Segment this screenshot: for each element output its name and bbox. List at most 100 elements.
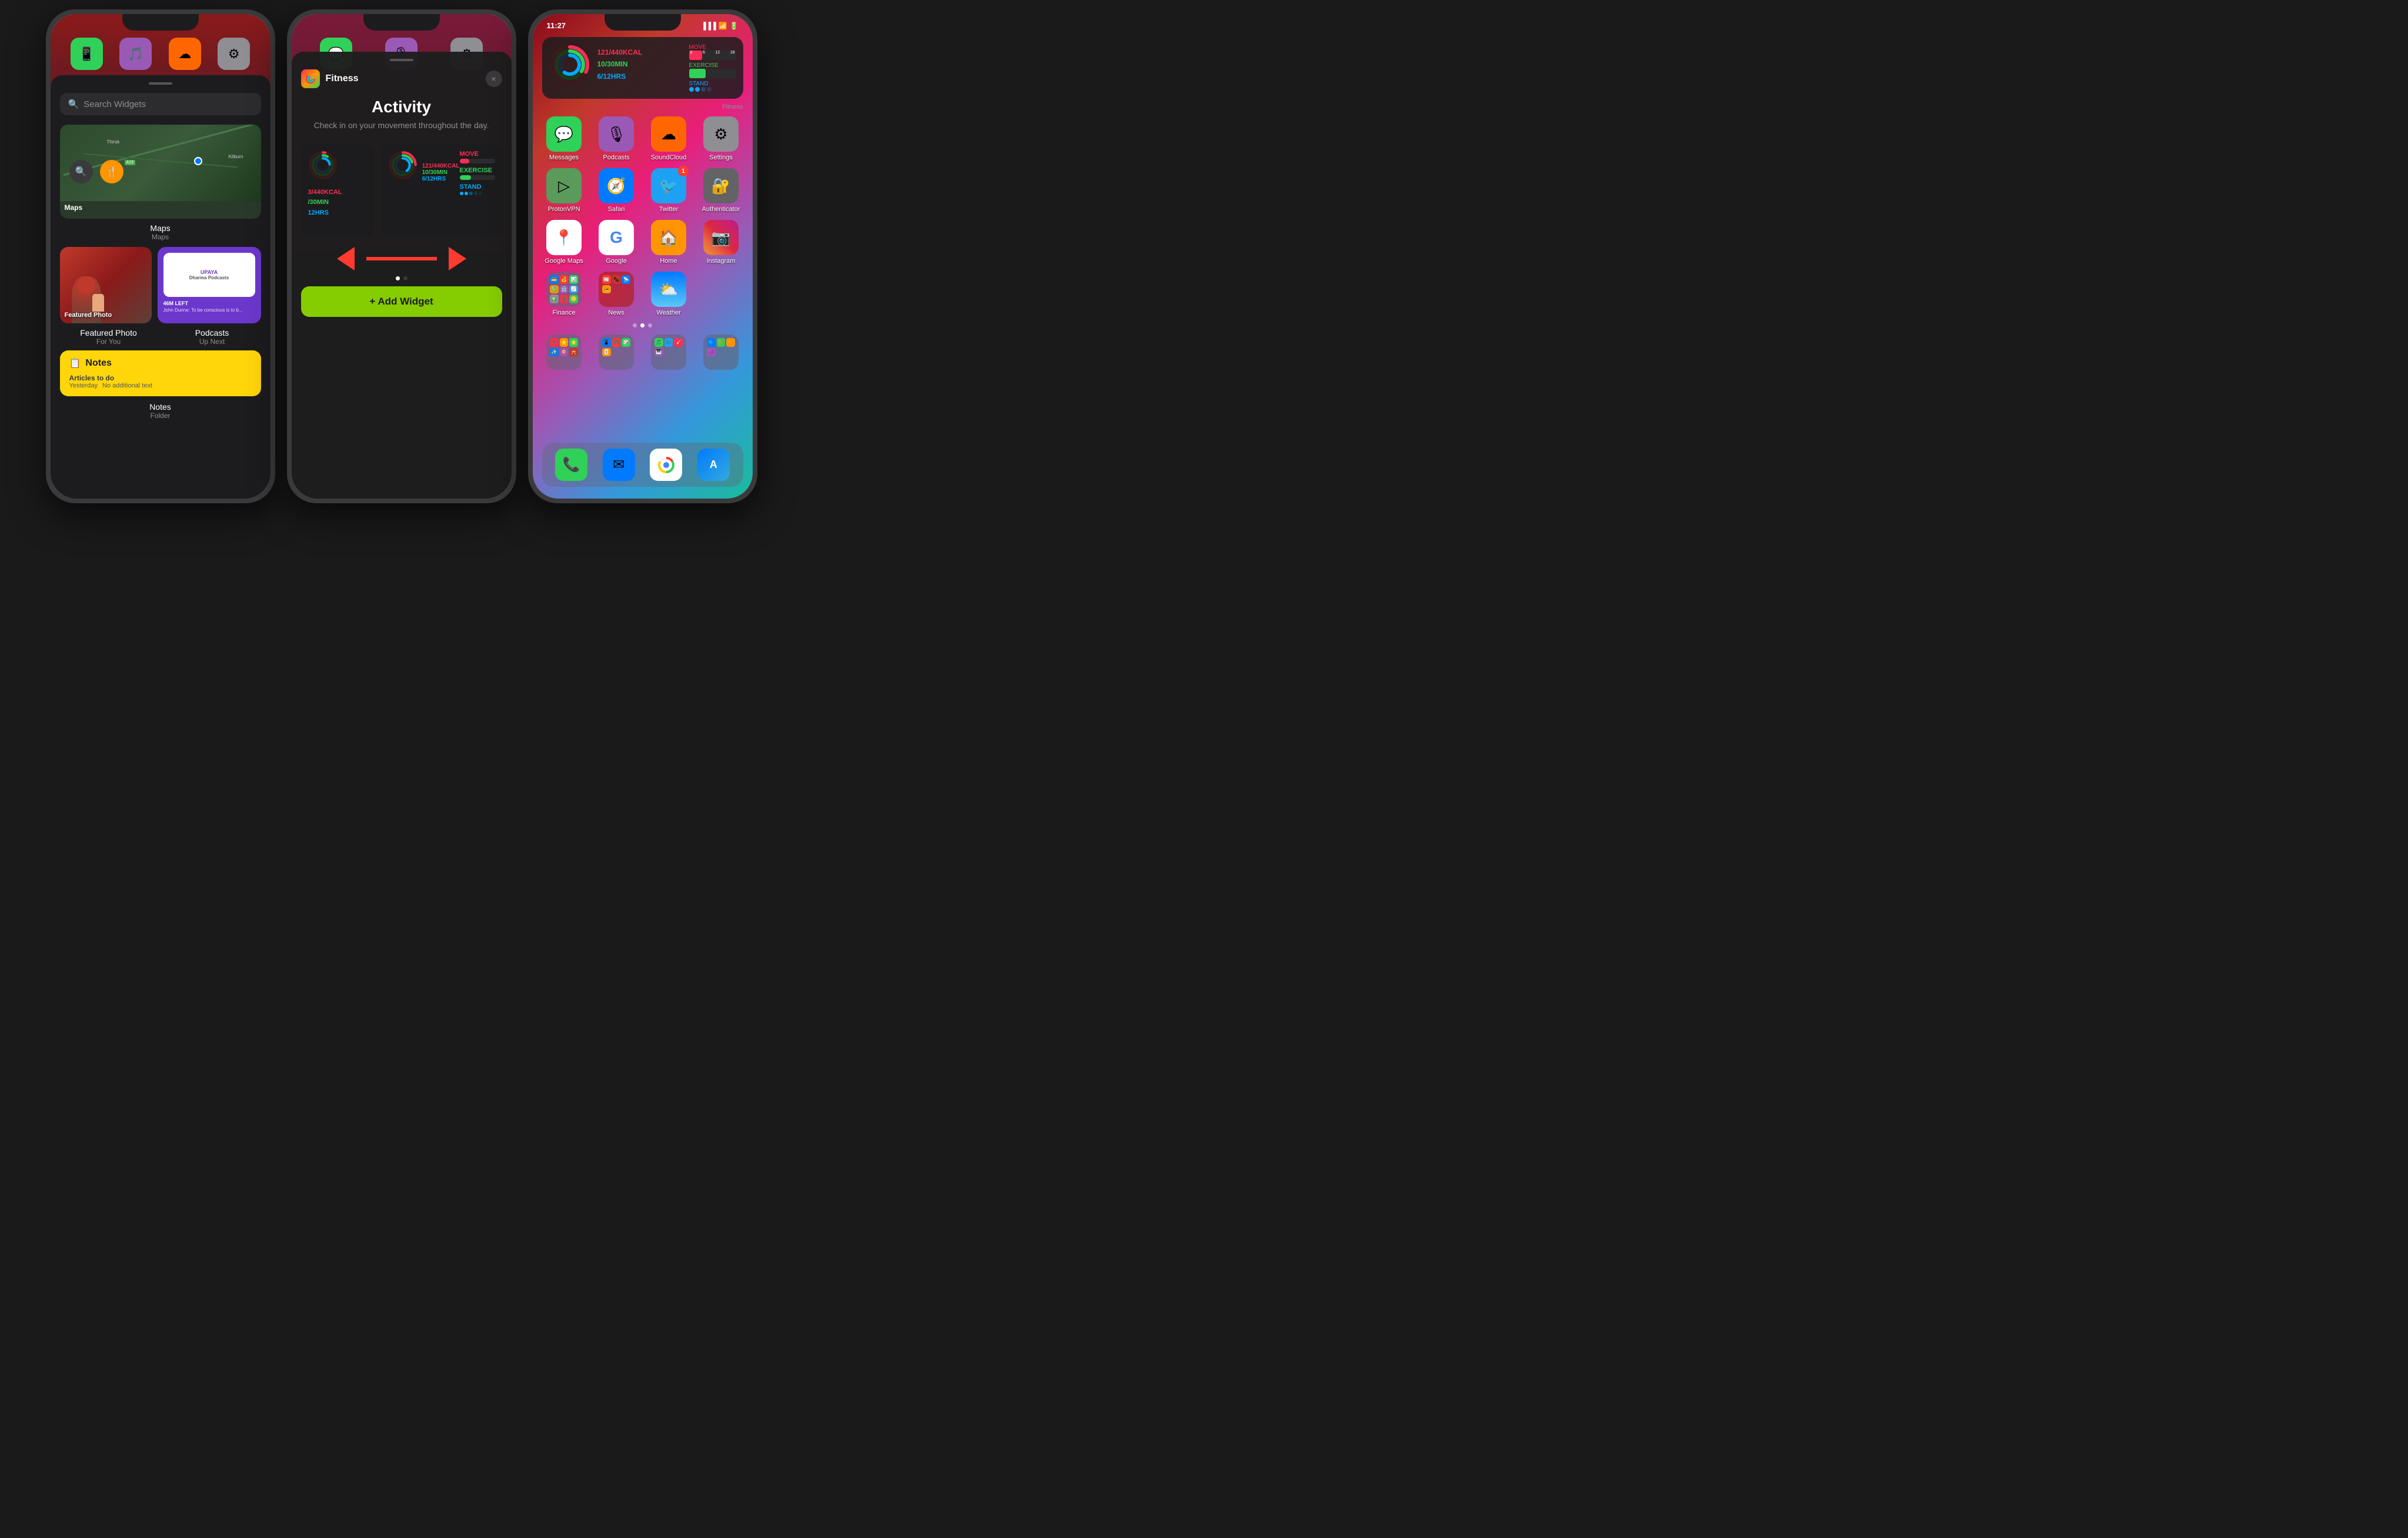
fitness-sheet-handle — [390, 59, 413, 61]
signal-icon: ▐▐▐ — [701, 22, 716, 30]
search-icon: 🔍 — [68, 99, 79, 109]
maps-widget[interactable]: Thirsk Kilburn A19 🔍 🍴 Maps — [60, 125, 261, 219]
widget-labels-row: Featured Photo For You Podcasts Up Next — [60, 328, 261, 346]
app-protonvpn[interactable]: ▷ ProtonVPN — [542, 168, 586, 213]
news-folder-icon: 📰 🗞 📡 📻 — [599, 272, 634, 307]
googlemaps-icon: 📍 — [546, 220, 582, 255]
maps-directions-button[interactable]: 🍴 — [100, 160, 123, 183]
swipe-arrow-indicator — [301, 247, 502, 270]
app-authenticator[interactable]: 🔐 Authenticator — [699, 168, 743, 213]
app-folder-3[interactable]: 🎵 🎶 🎸 🎹 — [647, 335, 691, 370]
app-news[interactable]: 📰 🗞 📡 📻 News — [595, 272, 639, 316]
stand-section: STAND — [689, 81, 736, 92]
app-empty — [699, 272, 743, 316]
arrow-right-icon — [449, 247, 466, 270]
wifi-icon: 📶 — [719, 22, 727, 30]
maps-label: Maps — [60, 223, 261, 233]
fitness-home-stats: 121/440KCAL 10/30MIN 6/12HRS — [597, 46, 682, 82]
empty-slot — [703, 272, 739, 307]
app-twitter[interactable]: 🐦 1 Twitter — [647, 168, 691, 213]
move-section: MOVE 0 6 12 18 — [689, 44, 736, 60]
twitter-badge: 1 — [678, 166, 689, 176]
folder3-icon: 🎵 🎶 🎸 🎹 — [651, 335, 686, 370]
activity-title: Activity — [301, 98, 502, 116]
widget-gallery-sheet: 🔍 Search Widgets Thirsk Kilburn A19 🔍 — [51, 75, 270, 499]
phone-1: 📱 🎵 ☁ ⚙ 🔍 Search Widgets — [46, 9, 275, 503]
maps-widget-label: Maps — [65, 203, 83, 212]
search-placeholder: Search Widgets — [84, 99, 146, 109]
notes-widget-title: 📋 Notes — [69, 357, 252, 369]
settings-icon: ⚙ — [703, 116, 739, 152]
sheet-handle — [149, 82, 172, 85]
podcasts-time-left: 46M LEFT John Dunne: To be conscious is … — [163, 300, 255, 313]
apps-grid-row1: 💬 Messages 🎙 Podcasts ☁ SoundCloud ⚙ Set… — [533, 113, 753, 165]
activity-subtitle: Check in on your movement throughout the… — [301, 120, 502, 132]
app-safari[interactable]: 🧭 Safari — [595, 168, 639, 213]
dock-mail[interactable]: ✉ — [603, 449, 635, 481]
podcasts-widget[interactable]: 🎙 UPAYA Dharma Podcasts 46M LEFT John Du… — [158, 247, 261, 323]
app-folder-2[interactable]: 📱 🎮 🎲 🃏 — [595, 335, 639, 370]
podcasts-album-art: UPAYA Dharma Podcasts — [163, 253, 255, 297]
arrow-line — [366, 257, 437, 260]
app-settings[interactable]: ⚙ Settings — [699, 116, 743, 161]
top-app-4: ⚙ — [218, 38, 250, 70]
app-podcasts[interactable]: 🎙 Podcasts — [595, 116, 639, 161]
app-finance-folder[interactable]: 💳 💰 📊 💹 🏦 📈 💵 💲 🪙 Finance — [542, 272, 586, 316]
photos-widget[interactable]: Featured Photo — [60, 247, 152, 323]
apps-grid-row2: ▷ ProtonVPN 🧭 Safari 🐦 1 Twitter 🔐 Au — [533, 165, 753, 216]
arrow-left-icon — [337, 247, 355, 270]
soundcloud-icon: ☁ — [651, 116, 686, 152]
home-page-dots — [533, 323, 753, 327]
finance-folder-icon: 💳 💰 📊 💹 🏦 📈 💵 💲 🪙 — [546, 272, 582, 307]
notes-widget[interactable]: 📋 Notes Articles to do Yesterday No addi… — [60, 350, 261, 396]
notes-label: Notes — [60, 402, 261, 412]
app-messages[interactable]: 💬 Messages — [542, 116, 586, 161]
app-home[interactable]: 🏠 Home — [647, 220, 691, 265]
app-folder-4[interactable]: 🔷 🟢 🟠 🟣 — [699, 335, 743, 370]
dock-chrome[interactable] — [650, 449, 682, 481]
top-app-2: 🎵 — [119, 38, 152, 70]
maps-location-dot — [194, 157, 202, 165]
folder4-icon: 🔷 🟢 🟠 🟣 — [703, 335, 739, 370]
fitness-widget-large[interactable]: 121/440KCAL 10/30MIN 6/12HRS MOVE — [381, 143, 502, 238]
map-label-thirsk: Thirsk — [107, 139, 120, 145]
twitter-icon: 🐦 1 — [651, 168, 686, 203]
page-dot-2 — [640, 323, 644, 327]
app-google[interactable]: G Google — [595, 220, 639, 265]
add-widget-button[interactable]: + Add Widget — [301, 286, 502, 317]
fitness-home-widget[interactable]: 121/440KCAL 10/30MIN 6/12HRS MOVE 0 6 — [542, 37, 743, 99]
photos-widget-label: Featured Photo — [65, 312, 112, 319]
search-bar[interactable]: 🔍 Search Widgets — [60, 93, 261, 115]
podcasts-icon: 🎙 — [599, 116, 634, 152]
maps-preview: Thirsk Kilburn A19 🔍 🍴 — [60, 125, 261, 201]
safari-icon: 🧭 — [599, 168, 634, 203]
fitness-home-label: Fitness — [542, 103, 743, 111]
app-folder-1[interactable]: 🦋 ⭐ 🌟 ✨ 🎯 🎪 — [542, 335, 586, 370]
dock-phone[interactable]: 📞 — [555, 449, 587, 481]
instagram-icon: 📷 — [703, 220, 739, 255]
fitness-widgets-row: 3/440KCAL /30MIN 12HRS — [301, 143, 502, 238]
maps-sublabel: Maps — [60, 233, 261, 241]
fitness-widget-small[interactable]: 3/440KCAL /30MIN 12HRS — [301, 143, 374, 238]
authenticator-icon: 🔐 — [703, 168, 739, 203]
weather-icon: ⛅ — [651, 272, 686, 307]
notes-folder-label: Folder — [60, 412, 261, 420]
fitness-close-button[interactable]: × — [486, 71, 502, 87]
map-label-kilburn: Kilburn — [229, 154, 243, 159]
app-weather[interactable]: ⛅ Weather — [647, 272, 691, 316]
activity-rings-home — [549, 44, 590, 85]
google-icon: G — [599, 220, 634, 255]
apps-grid-bottom: 🦋 ⭐ 🌟 ✨ 🎯 🎪 📱 🎮 🎲 🃏 — [533, 331, 753, 373]
app-soundcloud[interactable]: ☁ SoundCloud — [647, 116, 691, 161]
apps-grid-row4: 💳 💰 📊 💹 🏦 📈 💵 💲 🪙 Finance 📰 — [533, 268, 753, 320]
top-app-3: ☁ — [169, 38, 201, 70]
maps-search-button[interactable]: 🔍 — [69, 160, 93, 183]
time-display: 11:27 — [547, 21, 566, 30]
dock-appstore[interactable]: A — [697, 449, 730, 481]
podcasts-mic-icon: 🎙 — [243, 253, 255, 265]
app-googlemaps[interactable]: 📍 Google Maps — [542, 220, 586, 265]
fitness-app-icon — [301, 69, 320, 88]
folder2-icon: 📱 🎮 🎲 🃏 — [599, 335, 634, 370]
status-icons: ▐▐▐ 📶 🔋 — [701, 22, 738, 30]
app-instagram[interactable]: 📷 Instagram — [699, 220, 743, 265]
